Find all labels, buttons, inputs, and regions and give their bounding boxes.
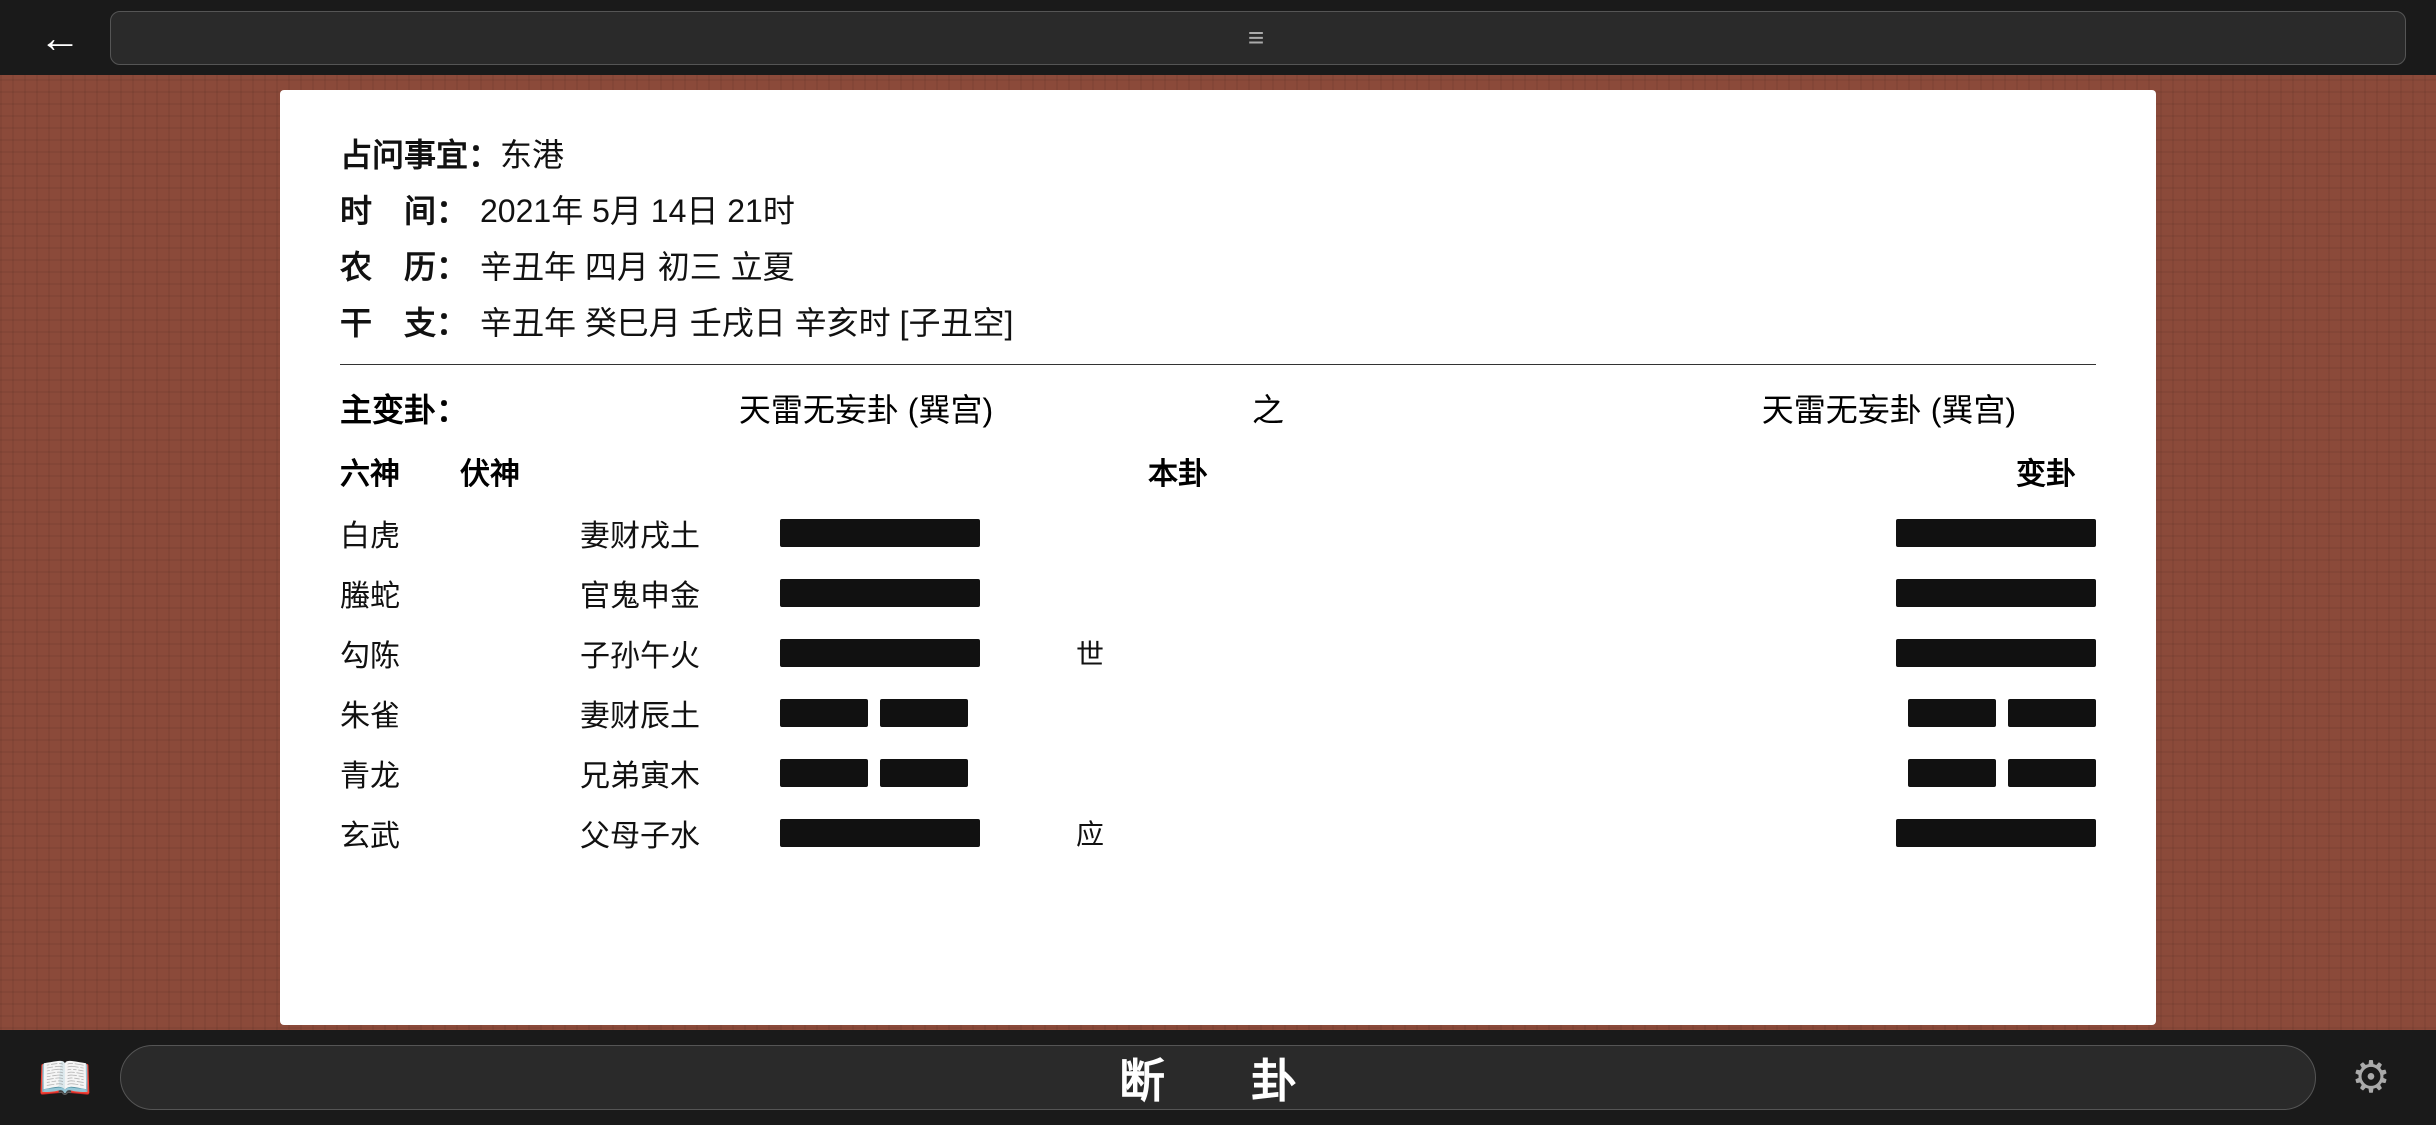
info-row-2: 农 历： 辛丑年 四月 初三 立夏 [340,242,2096,288]
info-value-1: 2021年 5月 14日 21时 [480,186,795,232]
col-header-fushen: 伏神 [460,449,580,493]
bottom-bar-text: 断 卦 [1119,1045,1317,1111]
bian-line-broken-4 [1908,759,2096,787]
info-label-1: 时 间： [340,186,480,232]
hex-row-3: 朱雀 妻财辰土 [340,687,2096,739]
bian-lines-1 [1816,579,2096,607]
col-header-biangua: 变卦 [1776,449,2096,493]
ben-line-broken-3 [780,699,968,727]
hex-row-5: 玄武 父母子水 应 [340,807,2096,859]
ben-lines-1 [780,579,1060,607]
yao-name-1: 官鬼申金 [580,571,780,615]
liushen-2: 勾陈 [340,631,460,675]
main-card: 占问事宜： 东港 时 间： 2021年 5月 14日 21时 农 历： 辛丑年 … [280,90,2156,1025]
hex-row-4: 青龙 兄弟寅木 [340,747,2096,799]
ben-lines-3 [780,699,1060,727]
hex-row-2: 勾陈 子孙午火 世 [340,627,2096,679]
hex-main-label: 主变卦： [340,385,520,431]
yao-name-5: 父母子水 [580,811,780,855]
ben-lines-2 [780,639,1060,667]
bian-lines-0 [1816,519,2096,547]
yao-name-4: 兄弟寅木 [580,751,780,795]
liushen-4: 青龙 [340,751,460,795]
yao-name-2: 子孙午火 [580,631,780,675]
bian-line-solid-5 [1896,819,2096,847]
ben-line-solid-1 [780,579,980,607]
columns-header: 六神 伏神 本卦 变卦 [340,449,2096,493]
ben-lines-5 [780,819,1060,847]
bian-lines-2 [1816,639,2096,667]
liushen-3: 朱雀 [340,691,460,735]
hex-main-title: 天雷无妄卦 (巽宫) [520,385,1212,431]
ben-lines-0 [780,519,1060,547]
info-label-3: 干 支： [340,298,480,344]
hamburger-icon: ≡ [1248,22,1268,54]
bian-lines-4 [1816,759,2096,787]
top-bar: ← ≡ [0,0,2436,75]
liushen-5: 玄武 [340,811,460,855]
hex-row-1: 螣蛇 官鬼申金 [340,567,2096,619]
divider [340,364,2096,365]
ben-line-solid-5 [780,819,980,847]
gear-button[interactable]: ⚙ [2336,1043,2406,1113]
ben-line-solid-0 [780,519,980,547]
marker-2: 世 [1060,633,1120,673]
yao-name-3: 妻财辰土 [580,691,780,735]
info-row-3: 干 支： 辛丑年 癸巳月 壬戌日 辛亥时 [子丑空] [340,298,2096,344]
book-button[interactable]: 📖 [30,1043,100,1113]
marker-5: 应 [1060,813,1120,853]
info-section: 占问事宜： 东港 时 间： 2021年 5月 14日 21时 农 历： 辛丑年 … [340,130,2096,344]
info-value-0: 东港 [500,130,564,176]
info-label-2: 农 历： [340,242,480,288]
hex-zhi: 之 [1252,385,1284,431]
liushen-1: 螣蛇 [340,571,460,615]
info-row-1: 时 间： 2021年 5月 14日 21时 [340,186,2096,232]
yao-name-0: 妻财戌土 [580,511,780,555]
info-label-0: 占问事宜： [340,130,500,176]
info-value-2: 辛丑年 四月 初三 立夏 [480,242,795,288]
info-value-3: 辛丑年 癸巳月 壬戌日 辛亥时 [子丑空] [480,298,1013,344]
col-header-bengua: 本卦 [580,449,1776,493]
hex-row-0: 白虎 妻财戌土 [340,507,2096,559]
book-icon: 📖 [38,1052,93,1104]
hex-header: 主变卦： 天雷无妄卦 (巽宫) 之 天雷无妄卦 (巽宫) [340,385,2096,431]
liushen-0: 白虎 [340,511,460,555]
bian-lines-3 [1816,699,2096,727]
top-menu-bar[interactable]: ≡ [110,11,2406,65]
bottom-center-bar[interactable]: 断 卦 [120,1045,2316,1110]
bottom-bar: 📖 断 卦 ⚙ [0,1030,2436,1125]
gear-icon: ⚙ [2351,1052,2390,1103]
ben-line-solid-2 [780,639,980,667]
hex-bian-title: 天雷无妄卦 (巽宫) [1324,385,2096,431]
bian-line-solid-0 [1896,519,2096,547]
back-button[interactable]: ← [30,8,90,68]
bian-line-broken-3 [1908,699,2096,727]
col-header-liushen: 六神 [340,449,460,493]
bian-lines-5 [1816,819,2096,847]
ben-lines-4 [780,759,1060,787]
ben-line-broken-4 [780,759,968,787]
back-icon: ← [39,14,81,62]
bian-line-solid-1 [1896,579,2096,607]
hex-rows: 白虎 妻财戌土 螣蛇 官鬼申金 [340,507,2096,859]
bian-line-solid-2 [1896,639,2096,667]
info-row-0: 占问事宜： 东港 [340,130,2096,176]
